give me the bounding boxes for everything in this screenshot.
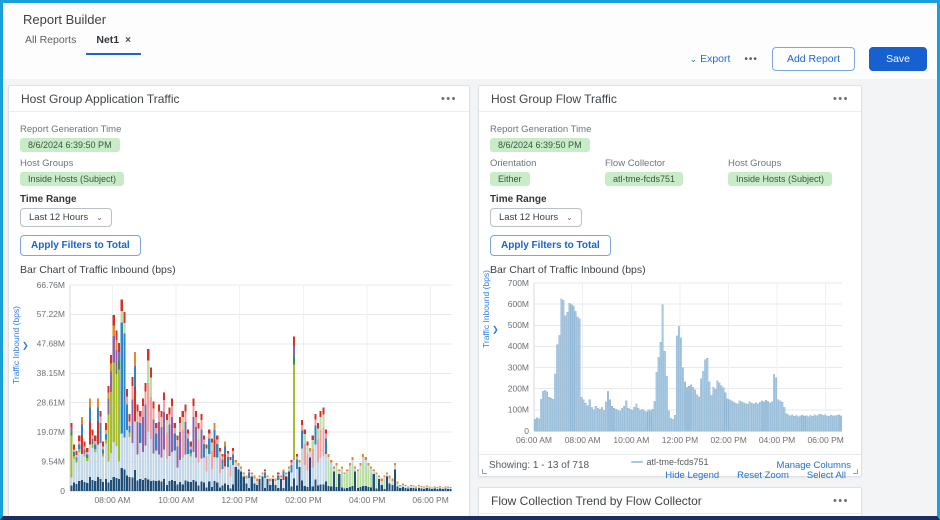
svg-text:06:00 PM: 06:00 PM <box>412 495 448 505</box>
export-button[interactable]: ⌄Export <box>690 53 731 65</box>
chevron-down-icon: ⌄ <box>690 54 698 64</box>
panel-header: Flow Collection Trend by Flow Collector … <box>479 488 861 514</box>
orientation-badge: Either <box>490 172 530 186</box>
svg-text:38.15M: 38.15M <box>37 368 65 378</box>
panel-title: Host Group Application Traffic <box>21 92 180 106</box>
svg-text:500M: 500M <box>508 320 529 330</box>
panel-title: Host Group Flow Traffic <box>491 92 617 106</box>
svg-text:06:00 PM: 06:00 PM <box>807 435 843 445</box>
host-groups-badge: Inside Hosts (Subject) <box>728 172 832 186</box>
svg-text:700M: 700M <box>508 279 529 288</box>
svg-text:400M: 400M <box>508 341 529 351</box>
chevron-down-icon: ⌄ <box>96 213 103 222</box>
svg-text:12:00 PM: 12:00 PM <box>221 495 257 505</box>
svg-text:600M: 600M <box>508 299 529 309</box>
svg-text:28.61M: 28.61M <box>37 398 65 408</box>
more-actions-icon[interactable]: ••• <box>744 54 758 65</box>
time-range-label: Time Range <box>20 194 458 205</box>
report-builder-page: Report Builder All Reports Net1× ⌄Export… <box>0 0 940 520</box>
host-groups-label: Host Groups <box>728 158 832 169</box>
svg-text:08:00 AM: 08:00 AM <box>565 435 601 445</box>
panel-footer: Showing: 1 - 13 of 718 Manage Columns <box>479 454 861 476</box>
svg-text:08:00 AM: 08:00 AM <box>94 495 130 505</box>
chevron-down-icon: ⌄ <box>566 213 573 222</box>
svg-text:12:00 PM: 12:00 PM <box>662 435 698 445</box>
svg-text:06:00 AM: 06:00 AM <box>516 435 552 445</box>
svg-text:02:00 PM: 02:00 PM <box>285 495 321 505</box>
svg-text:47.68M: 47.68M <box>37 339 65 349</box>
flow-bar-chart[interactable]: 700M600M500M400M300M200M100M006:00 AM08:… <box>490 279 848 451</box>
tab-bar: All Reports Net1 × <box>15 32 141 55</box>
svg-text:04:00 PM: 04:00 PM <box>349 495 385 505</box>
flow-collector-badge: atl-tme-fcds751 <box>605 172 683 186</box>
svg-text:200M: 200M <box>508 384 529 394</box>
svg-text:10:00 AM: 10:00 AM <box>613 435 649 445</box>
tab-all-reports[interactable]: All Reports <box>15 32 86 55</box>
svg-text:57.22M: 57.22M <box>37 309 65 319</box>
panel-menu-icon[interactable]: ••• <box>833 93 849 105</box>
time-range-select[interactable]: Last 12 Hours ⌄ <box>20 208 112 227</box>
application-traffic-chart-area: ❯ Traffic Inbound (bps) 66.76M57.22M47.6… <box>20 279 458 518</box>
page-title: Report Builder <box>23 12 106 27</box>
svg-text:300M: 300M <box>508 362 529 372</box>
manage-columns-link[interactable]: Manage Columns <box>777 460 851 471</box>
axis-expand-icon[interactable]: ❯ <box>22 341 29 350</box>
resize-handle-icon[interactable] <box>482 469 487 474</box>
y-axis-title: Traffic Inbound (bps) <box>481 270 491 348</box>
report-generation-time-label: Report Generation Time <box>490 124 850 135</box>
report-toolbar: ⌄Export ••• Add Report Save <box>690 47 927 71</box>
flow-collector-label: Flow Collector <box>605 158 728 169</box>
svg-text:02:00 PM: 02:00 PM <box>710 435 746 445</box>
report-generation-time-label: Report Generation Time <box>20 124 458 135</box>
top-header: Report Builder All Reports Net1 × ⌄Export… <box>3 3 937 79</box>
panel-menu-icon[interactable]: ••• <box>441 93 457 105</box>
panel-host-group-flow-traffic: Host Group Flow Traffic ••• Report Gener… <box>478 85 862 477</box>
y-axis-title: Traffic Inbound (bps) <box>11 306 21 384</box>
save-button[interactable]: Save <box>869 47 927 71</box>
tab-net1-label: Net1 <box>96 34 119 46</box>
stacked-bar-chart[interactable]: 66.76M 57.22M 47.68M 38.15M 28.61M 19.07M 9.54… <box>20 279 458 513</box>
panel-title: Flow Collection Trend by Flow Collector <box>491 494 702 508</box>
chart-caption: Bar Chart of Traffic Inbound (bps) <box>20 264 458 276</box>
showing-count: Showing: 1 - 13 of 718 <box>489 460 589 471</box>
panel-header: Host Group Application Traffic ••• <box>9 86 469 112</box>
svg-text:04:00 PM: 04:00 PM <box>759 435 795 445</box>
time-range-value: Last 12 Hours <box>499 212 558 223</box>
export-label: Export <box>700 53 730 65</box>
svg-text:9.54M: 9.54M <box>41 456 65 466</box>
time-range-value: Last 12 Hours <box>29 212 88 223</box>
add-report-button[interactable]: Add Report <box>772 47 855 71</box>
svg-text:100M: 100M <box>508 405 529 415</box>
panel-host-group-application-traffic: Host Group Application Traffic ••• Repor… <box>8 85 470 520</box>
axis-expand-icon[interactable]: ❯ <box>492 325 499 334</box>
flow-traffic-chart-area: ❯ Traffic Inbound (bps) 700M600M500M400M… <box>490 279 850 456</box>
panel-body: Report Generation Time 8/6/2024 6:39:50 … <box>9 112 469 520</box>
svg-text:66.76M: 66.76M <box>37 280 65 290</box>
resize-handle-icon[interactable] <box>853 469 858 474</box>
orientation-label: Orientation <box>490 158 605 169</box>
svg-text:19.07M: 19.07M <box>37 427 65 437</box>
time-range-select[interactable]: Last 12 Hours ⌄ <box>490 208 582 227</box>
panel-menu-icon[interactable]: ••• <box>833 495 849 507</box>
report-generation-time-badge: 8/6/2024 6:39:50 PM <box>490 138 590 152</box>
panel-flow-collection-trend: Flow Collection Trend by Flow Collector … <box>478 487 862 520</box>
panel-header: Host Group Flow Traffic ••• <box>479 86 861 112</box>
time-range-label: Time Range <box>490 194 850 205</box>
apply-filters-button[interactable]: Apply Filters to Total <box>490 235 611 256</box>
close-tab-icon[interactable]: × <box>125 35 131 46</box>
chart-caption: Bar Chart of Traffic Inbound (bps) <box>490 264 850 276</box>
svg-text:10:00 AM: 10:00 AM <box>158 495 194 505</box>
report-generation-time-badge: 8/6/2024 6:39:50 PM <box>20 138 120 152</box>
apply-filters-button[interactable]: Apply Filters to Total <box>20 235 141 256</box>
tab-net1[interactable]: Net1 × <box>86 32 141 55</box>
svg-text:0: 0 <box>60 486 65 496</box>
panel-body: Report Generation Time 8/6/2024 6:39:50 … <box>479 112 861 481</box>
host-groups-badge: Inside Hosts (Subject) <box>20 172 124 186</box>
host-groups-label: Host Groups <box>20 158 458 169</box>
